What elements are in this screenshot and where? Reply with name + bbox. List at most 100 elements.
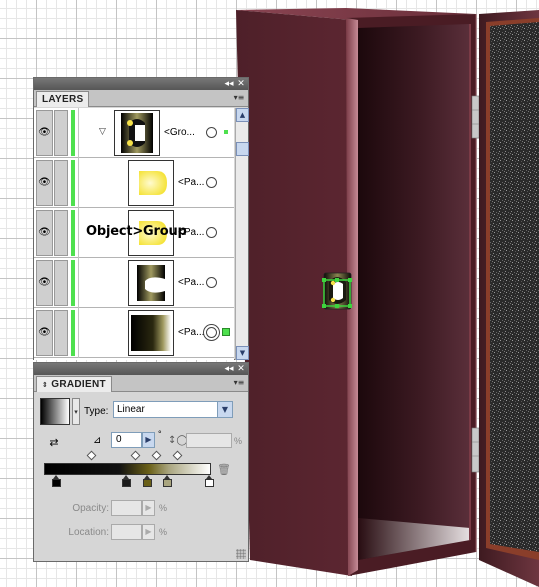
- layer-name[interactable]: <Pa...: [178, 277, 204, 288]
- gradient-stop[interactable]: [163, 475, 172, 487]
- percent-label: %: [234, 436, 243, 446]
- aspect-ratio-icon: ↕◯: [168, 435, 188, 446]
- layers-tabrow: LAYERS ▾≡: [34, 90, 248, 107]
- layer-color-bar: [71, 110, 75, 156]
- eye-icon: 👁: [38, 277, 51, 288]
- layer-row[interactable]: 👁 Object>Group <Pa...: [34, 208, 234, 258]
- lock-toggle[interactable]: [54, 210, 68, 256]
- close-icon[interactable]: ✕: [235, 78, 247, 90]
- hinge-top: [471, 95, 480, 139]
- resize-grip-icon[interactable]: [236, 549, 246, 559]
- target-icon[interactable]: [206, 227, 217, 238]
- close-icon[interactable]: ✕: [235, 363, 247, 375]
- location-input[interactable]: [111, 524, 142, 540]
- midpoint-marker[interactable]: [172, 450, 183, 461]
- layer-thumbnail: [128, 260, 174, 306]
- gradient-stop[interactable]: [205, 475, 214, 487]
- opacity-dropdown-icon[interactable]: ▶: [142, 500, 155, 516]
- tab-arrows-icon: ⇕: [42, 381, 49, 389]
- eye-icon: 👁: [38, 127, 51, 138]
- trash-icon[interactable]: 🗑: [217, 463, 231, 476]
- layers-list: 👁 ▽ <Gro... 👁 <Pa... 👁 Object>Group <Pa.…: [34, 108, 234, 360]
- visibility-toggle[interactable]: 👁: [36, 160, 53, 206]
- scroll-up-icon[interactable]: ▲: [236, 108, 249, 122]
- gradient-stop[interactable]: [122, 475, 131, 487]
- layers-titlebar[interactable]: ◂◂ ✕: [34, 78, 248, 90]
- visibility-toggle[interactable]: 👁: [36, 210, 53, 256]
- percent-label: %: [159, 527, 168, 537]
- target-icon[interactable]: [206, 327, 217, 338]
- midpoint-marker[interactable]: [151, 450, 162, 461]
- degree-symbol: °: [158, 429, 162, 439]
- collapse-icon[interactable]: ◂◂: [223, 78, 235, 90]
- scroll-thumb[interactable]: [236, 142, 249, 156]
- type-label: Type:: [84, 406, 109, 417]
- target-icon[interactable]: [206, 127, 217, 138]
- layer-color-bar: [71, 310, 75, 356]
- visibility-toggle[interactable]: 👁: [36, 310, 53, 356]
- gradient-swatch[interactable]: [40, 398, 70, 425]
- layer-color-bar: [71, 210, 75, 256]
- cabinet-interior: [358, 24, 470, 560]
- collapse-icon[interactable]: ◂◂: [223, 363, 235, 375]
- target-icon[interactable]: [206, 277, 217, 288]
- angle-icon: ⊿: [93, 435, 102, 446]
- eye-icon: 👁: [38, 327, 51, 338]
- selection-indicator[interactable]: [222, 328, 230, 336]
- swatch-dropdown-icon[interactable]: ▾: [72, 398, 80, 425]
- chevron-down-icon[interactable]: ▼: [217, 402, 232, 417]
- layer-name[interactable]: <Pa...: [178, 177, 204, 188]
- layer-name[interactable]: <Pa...: [178, 327, 204, 338]
- layer-row[interactable]: 👁 ▽ <Gro...: [34, 108, 234, 158]
- gradient-tab[interactable]: ⇕ GRADIENT: [36, 376, 112, 392]
- panel-menu-icon[interactable]: ▾≡: [233, 378, 245, 388]
- angle-input[interactable]: 0: [111, 432, 142, 448]
- panel-menu-icon[interactable]: ▾≡: [233, 93, 245, 103]
- layer-row[interactable]: 👁 <Pa...: [34, 158, 234, 208]
- type-select[interactable]: Linear ▼: [113, 401, 233, 418]
- expand-triangle-icon[interactable]: ▽: [99, 127, 106, 137]
- layer-row[interactable]: 👁 <Pa...: [34, 258, 234, 308]
- layer-color-bar: [71, 260, 75, 306]
- midpoint-marker[interactable]: [86, 450, 97, 461]
- lock-toggle[interactable]: [54, 110, 68, 156]
- gradient-stop[interactable]: [52, 475, 61, 487]
- layers-tab[interactable]: LAYERS: [36, 91, 90, 107]
- door-handle[interactable]: [322, 272, 352, 310]
- opacity-label: Opacity:: [72, 503, 109, 514]
- layer-thumbnail: [128, 160, 174, 206]
- layer-thumbnail: [128, 310, 174, 356]
- gradient-titlebar[interactable]: ◂◂ ✕: [34, 363, 248, 375]
- location-dropdown-icon[interactable]: ▶: [142, 524, 155, 540]
- layers-panel: ◂◂ ✕ LAYERS ▾≡ 👁 ▽ <Gro... 👁 <Pa... 👁 Ob…: [33, 77, 249, 360]
- gradient-stop[interactable]: [143, 475, 152, 487]
- cabinet-door-open: [479, 10, 539, 587]
- lock-toggle[interactable]: [54, 160, 68, 206]
- lock-toggle[interactable]: [54, 310, 68, 356]
- reverse-gradient-icon[interactable]: ⇄: [46, 436, 62, 450]
- eye-icon: 👁: [38, 227, 51, 238]
- location-label: Location:: [68, 527, 109, 538]
- visibility-toggle[interactable]: 👁: [36, 260, 53, 306]
- percent-label: %: [159, 503, 168, 513]
- layers-scrollbar[interactable]: ▲ ▼: [235, 108, 249, 360]
- gradient-panel: ◂◂ ✕ ⇕ GRADIENT ▾≡ ▾ Type: Linear ▼ ⇄ ⊿ …: [33, 362, 249, 562]
- hinge-bottom: [471, 427, 480, 473]
- layer-name[interactable]: <Gro...: [164, 127, 195, 138]
- scroll-down-icon[interactable]: ▼: [236, 346, 249, 360]
- annotation-label: Object>Group: [86, 224, 187, 239]
- cabinet: [236, 8, 539, 587]
- target-icon[interactable]: [206, 177, 217, 188]
- midpoint-marker[interactable]: [130, 450, 141, 461]
- eye-icon: 👁: [38, 177, 51, 188]
- layer-name[interactable]: <Pa...: [178, 227, 204, 238]
- opacity-input[interactable]: [111, 500, 142, 516]
- lock-toggle[interactable]: [54, 260, 68, 306]
- layer-thumbnail: [114, 110, 160, 156]
- layer-row[interactable]: 👁 <Pa...: [34, 308, 234, 358]
- gradient-ramp[interactable]: [44, 463, 211, 475]
- angle-dropdown-icon[interactable]: ▶: [142, 432, 155, 448]
- selection-indicator[interactable]: [222, 128, 230, 136]
- aspect-ratio-input[interactable]: [186, 433, 232, 448]
- visibility-toggle[interactable]: 👁: [36, 110, 53, 156]
